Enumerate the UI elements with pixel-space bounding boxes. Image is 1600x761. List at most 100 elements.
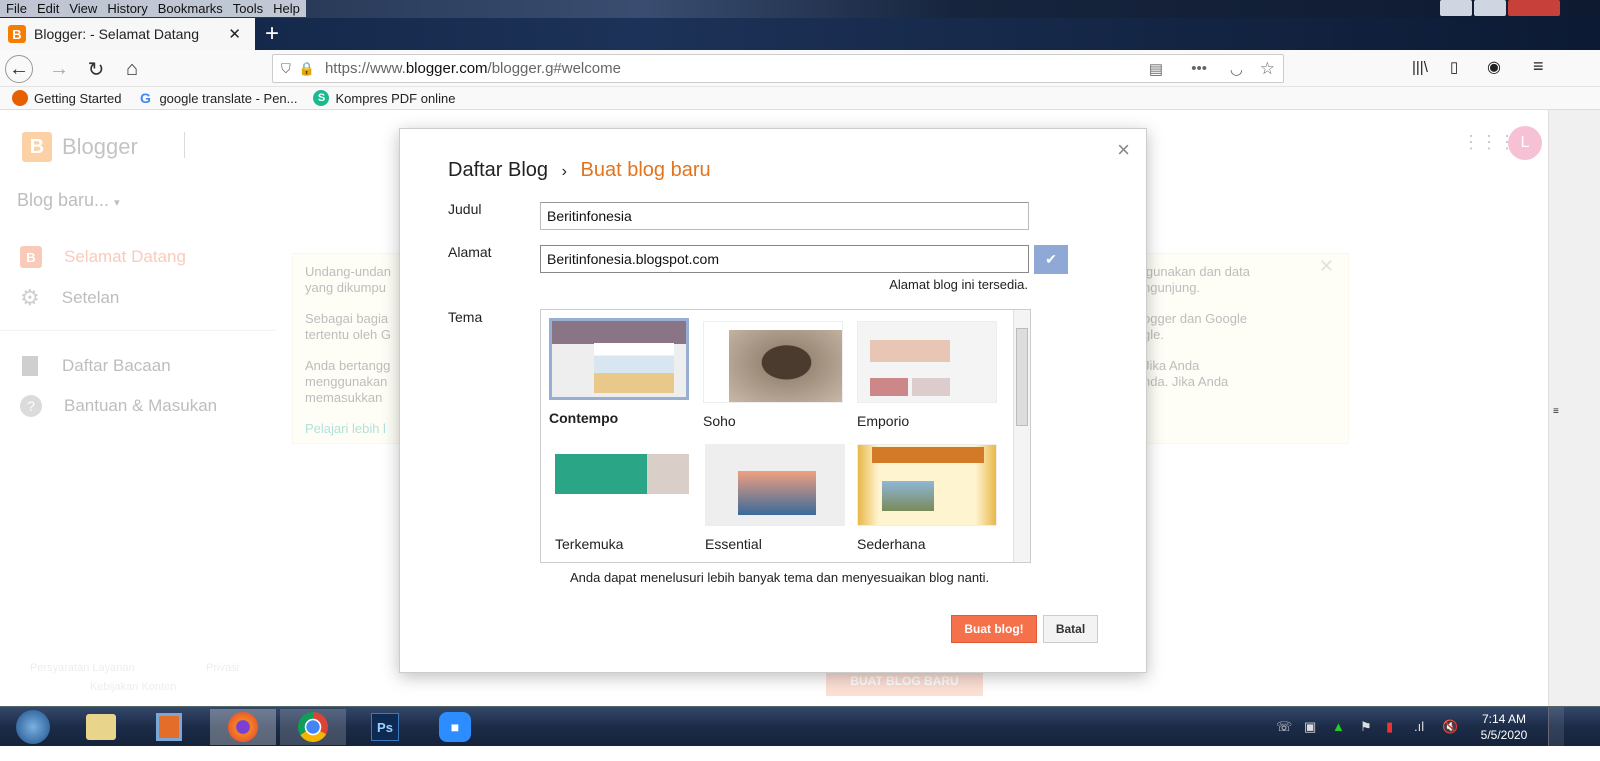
- url-bar[interactable]: ⛉ 🔒 https://www. blogger.com/blogger.g#we…: [272, 54, 1284, 83]
- taskbar-explorer[interactable]: [68, 709, 134, 745]
- theme-hint: Anda dapat menelusuri lebih banyak tema …: [570, 570, 990, 585]
- dialog-close-icon[interactable]: ×: [1117, 137, 1130, 163]
- hamburger-menu-icon[interactable]: ≡: [1533, 56, 1544, 77]
- notice-line: Anda bertangg: [305, 358, 391, 373]
- sidebar-icon[interactable]: ▯: [1450, 58, 1458, 76]
- account-icon[interactable]: ◉: [1487, 57, 1501, 77]
- avatar[interactable]: L: [1508, 126, 1542, 160]
- home-button[interactable]: ⌂: [118, 55, 146, 83]
- show-desktop-button[interactable]: [1548, 707, 1564, 747]
- reload-button[interactable]: ↻: [82, 55, 110, 83]
- nav-daftar-bacaan[interactable]: Daftar Bacaan: [22, 356, 171, 376]
- new-tab-button[interactable]: +: [265, 20, 279, 48]
- nav-selamat-datang[interactable]: B Selamat Datang: [20, 246, 186, 268]
- tray-volume-muted-icon[interactable]: 🔇: [1442, 719, 1458, 735]
- theme-name: Contempo: [549, 410, 619, 426]
- notice-line: yang dikumpu: [305, 280, 386, 295]
- notice-line: Undang-undan: [305, 264, 392, 279]
- breadcrumb-daftar-blog[interactable]: Daftar Blog: [448, 159, 548, 181]
- blog-selector[interactable]: Blog baru... ▾: [17, 190, 120, 211]
- page-actions-icon[interactable]: •••: [1191, 60, 1207, 77]
- theme-scrollbar[interactable]: [1013, 310, 1030, 562]
- menu-bookmarks[interactable]: Bookmarks: [158, 0, 223, 17]
- taskbar-media-player[interactable]: [136, 709, 202, 745]
- taskbar-zoom[interactable]: ■: [422, 709, 488, 745]
- blogger-logo[interactable]: B Blogger: [22, 132, 138, 162]
- google-icon: G: [140, 90, 151, 106]
- learn-more-link[interactable]: Pelajari lebih l: [305, 421, 391, 437]
- footer-tos[interactable]: Persyaratan Layanan: [30, 662, 135, 674]
- bookmark-getting-started[interactable]: Getting Started: [12, 90, 121, 106]
- create-blog-button[interactable]: Buat blog!: [951, 615, 1037, 643]
- alamat-status: Alamat blog ini tersedia.: [889, 277, 1028, 292]
- page-scrollbar[interactable]: ≡: [1548, 110, 1566, 706]
- theme-terkemuka[interactable]: Terkemuka: [555, 444, 695, 552]
- s-icon: S: [313, 90, 330, 106]
- alamat-input[interactable]: Beritinfonesia.blogspot.com: [540, 245, 1029, 273]
- notice-line: Sebagai bagia: [305, 311, 389, 326]
- nav-label: Selamat Datang: [64, 247, 186, 266]
- menu-edit[interactable]: Edit: [37, 0, 59, 17]
- taskbar-chrome[interactable]: [280, 709, 346, 745]
- menu-items: File Edit View History Bookmarks Tools H…: [0, 0, 306, 17]
- footer-privacy[interactable]: Privasi: [206, 662, 239, 674]
- library-icon[interactable]: |||\: [1412, 59, 1428, 76]
- window-edge: [1566, 110, 1600, 706]
- tray-display-icon[interactable]: ▣: [1304, 719, 1316, 735]
- shield-icon: ⛉: [281, 60, 291, 76]
- menu-tools[interactable]: Tools: [233, 0, 263, 17]
- judul-input[interactable]: Beritinfonesia: [540, 202, 1029, 230]
- scrollbar-thumb[interactable]: [1016, 328, 1028, 426]
- scrollbar-grip-icon: ≡: [1553, 406, 1559, 417]
- tray-power-icon[interactable]: ▮: [1386, 719, 1393, 735]
- notice-close-icon[interactable]: ✕: [1319, 257, 1334, 275]
- start-button[interactable]: [0, 709, 66, 745]
- bookmark-google-translate[interactable]: Ggoogle translate - Pen...: [137, 90, 297, 106]
- nav-setelan[interactable]: ⚙ Setelan: [20, 285, 119, 311]
- forward-button[interactable]: →: [45, 55, 73, 83]
- chrome-icon: [298, 712, 328, 742]
- bookmark-star-icon[interactable]: ☆: [1260, 59, 1275, 79]
- close-window-button[interactable]: [1508, 0, 1560, 16]
- notice-left-text: Undang-undan yang dikumpu Sebagai bagia te…: [305, 264, 391, 437]
- footer-content-policy[interactable]: Kebijakan Konten: [90, 681, 176, 693]
- menu-file[interactable]: File: [6, 0, 27, 17]
- theme-essential[interactable]: Essential: [705, 444, 845, 552]
- blogger-logo-text: Blogger: [62, 134, 138, 159]
- tema-label: Tema: [448, 309, 483, 325]
- gear-icon: ⚙: [20, 285, 40, 310]
- menu-help[interactable]: Help: [273, 0, 300, 17]
- menu-view[interactable]: View: [69, 0, 97, 17]
- notice-line: ngunjung.: [1143, 280, 1201, 295]
- back-button[interactable]: ←: [5, 55, 33, 83]
- pocket-icon[interactable]: ◡: [1230, 60, 1243, 78]
- divider: [0, 330, 275, 331]
- theme-contempo[interactable]: Contempo: [549, 318, 689, 426]
- create-blog-dialog: × Daftar Blog › Buat blog baru Judul Ber…: [399, 128, 1147, 673]
- reader-view-icon[interactable]: ▤: [1149, 60, 1163, 78]
- tray-signal-icon[interactable]: .ıl: [1414, 719, 1424, 734]
- taskbar-firefox[interactable]: [210, 709, 276, 745]
- clock[interactable]: 7:14 AM 5/5/2020: [1472, 711, 1536, 743]
- bookmark-icon: [22, 356, 38, 376]
- theme-emporio[interactable]: Emporio: [857, 321, 997, 429]
- theme-sederhana[interactable]: Sederhana: [857, 444, 997, 552]
- tab-blogger[interactable]: B Blogger: - Selamat Datang ✕: [0, 18, 255, 50]
- tray-network-icon[interactable]: ☏: [1276, 719, 1292, 735]
- notice-line: igunakan dan data: [1143, 264, 1250, 279]
- tray-green-triangle-icon[interactable]: ▲: [1332, 719, 1345, 734]
- theme-thumbnail: [857, 444, 997, 526]
- taskbar-photoshop[interactable]: Ps: [352, 709, 418, 745]
- caret-down-icon: ▾: [114, 197, 120, 209]
- url-prefix: https://www.: [324, 60, 406, 77]
- tab-close-icon[interactable]: ✕: [228, 25, 241, 43]
- cancel-button[interactable]: Batal: [1043, 615, 1098, 643]
- maximize-button[interactable]: [1474, 0, 1507, 16]
- minimize-button[interactable]: [1440, 0, 1473, 16]
- menu-history[interactable]: History: [107, 0, 147, 17]
- tray-flag-icon[interactable]: ⚑: [1360, 719, 1372, 735]
- nav-bantuan[interactable]: ? Bantuan & Masukan: [20, 395, 217, 417]
- bookmark-kompres-pdf[interactable]: S Kompres PDF online: [313, 90, 455, 106]
- theme-thumbnail: [555, 444, 695, 526]
- theme-soho[interactable]: Soho: [703, 321, 843, 429]
